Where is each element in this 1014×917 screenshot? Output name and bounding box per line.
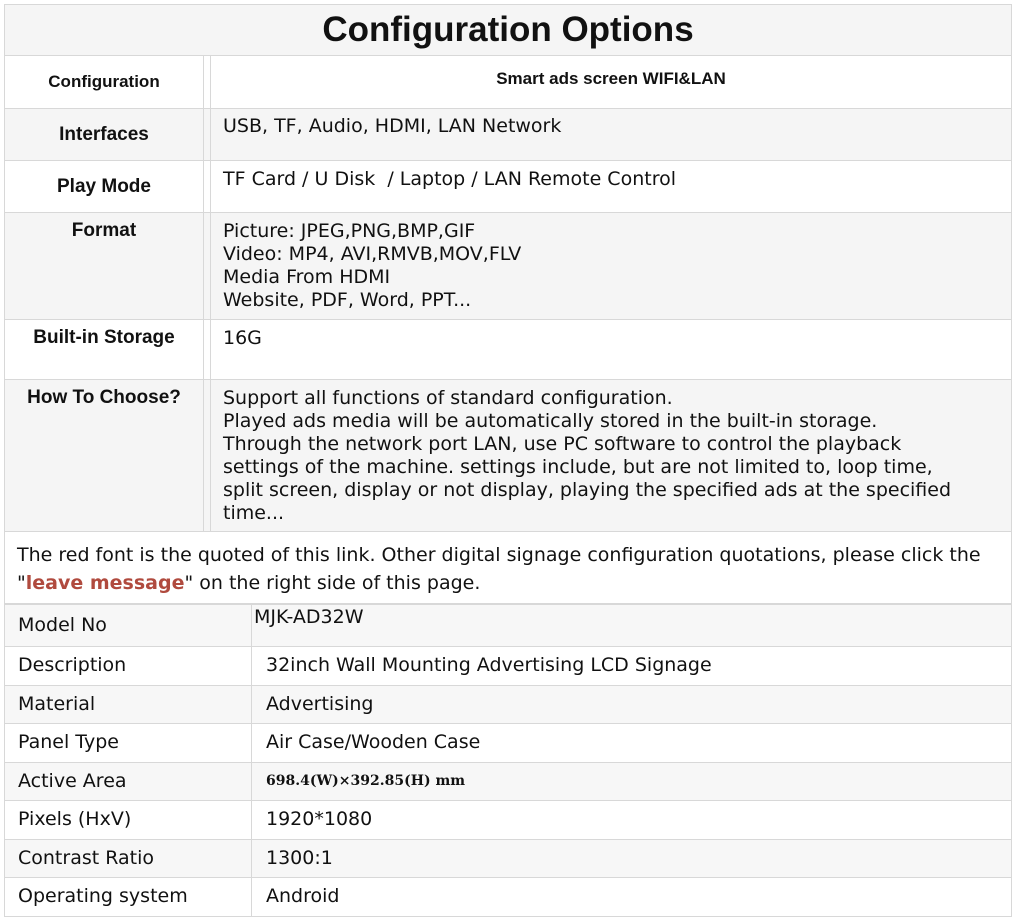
specification-table: Model No MJK-AD32W Description 32inch Wa… [4, 604, 1012, 917]
column-separator [203, 319, 211, 380]
config-row-key: Interfaces [4, 108, 204, 161]
config-value-line: Picture: JPEG,PNG,BMP,GIF [223, 220, 476, 242]
column-separator [203, 379, 211, 532]
table-row: Model No MJK-AD32W [4, 604, 1012, 647]
spec-key: Description [4, 646, 252, 686]
spec-value: Air Case/Wooden Case [251, 723, 1012, 763]
config-value-line: time... [223, 502, 285, 524]
config-value-line: Through the network port LAN, use PC sof… [223, 433, 902, 455]
spec-value: 32inch Wall Mounting Advertising LCD Sig… [251, 646, 1012, 686]
config-value-line: Website, PDF, Word, PPT... [223, 289, 472, 311]
config-row-key: Play Mode [4, 160, 204, 213]
spec-key: Operating system [4, 877, 252, 917]
configuration-table: Configuration Smart ads screen WIFI&LAN … [4, 55, 1012, 532]
config-row-key: Built-in Storage [4, 319, 204, 380]
spec-key: Active Area [4, 761, 252, 801]
config-row-value: USB, TF, Audio, HDMI, LAN Network [210, 108, 1012, 161]
spec-key: Panel Type [4, 723, 252, 763]
spec-value: MJK-AD32W [251, 604, 1012, 647]
note-text: The red font is the quoted of this link.… [17, 544, 981, 566]
column-separator [203, 160, 211, 213]
table-row: Operating system Android [4, 877, 1012, 917]
spec-value: 1920*1080 [251, 800, 1012, 840]
column-separator [203, 55, 211, 109]
config-value-line: split screen, display or not display, pl… [223, 479, 952, 501]
config-row-key: How To Choose? [4, 379, 204, 532]
config-key-storage: Built-in Storage [33, 327, 175, 348]
config-header-key: Configuration [4, 55, 204, 109]
config-value-line: TF Card / U Disk / Laptop / LAN Remote C… [223, 168, 676, 190]
leave-message-link[interactable]: leave message [26, 572, 185, 594]
quotation-note: The red font is the quoted of this link.… [4, 532, 1012, 604]
note-quote: " [17, 572, 26, 594]
spec-value: 698.4(W)×392.85(H) mm [251, 761, 1012, 801]
note-text-tail: " on the right side of this page. [184, 572, 481, 594]
config-key-interfaces: Interfaces [59, 123, 149, 145]
table-row: Contrast Ratio 1300:1 [4, 838, 1012, 878]
config-row-value: TF Card / U Disk / Laptop / LAN Remote C… [210, 160, 1012, 213]
config-value-line: Video: MP4, AVI,RMVB,MOV,FLV [223, 243, 522, 265]
config-row-value: 16G [210, 319, 1012, 380]
table-row: Active Area 698.4(W)×392.85(H) mm [4, 761, 1012, 801]
config-header-key-text: Configuration [48, 72, 160, 91]
spec-value: 1300:1 [251, 838, 1012, 878]
table-row: Panel Type Air Case/Wooden Case [4, 723, 1012, 763]
column-separator [203, 108, 211, 161]
document: Configuration Options Configuration Smar… [4, 4, 1012, 917]
table-row: Description 32inch Wall Mounting Adverti… [4, 646, 1012, 686]
config-value-line: Media From HDMI [223, 266, 391, 288]
spec-key: Contrast Ratio [4, 838, 252, 878]
spec-key: Material [4, 684, 252, 724]
config-row-value: Support all functions of standard config… [210, 379, 1012, 532]
config-row-key: Format [4, 212, 204, 320]
config-value-line: Played ads media will be automatically s… [223, 410, 878, 432]
table-row: Pixels (HxV) 1920*1080 [4, 800, 1012, 840]
column-separator [203, 212, 211, 320]
page-title: Configuration Options [4, 4, 1012, 55]
spec-key: Model No [4, 604, 252, 647]
config-key-format: Format [71, 220, 137, 241]
spec-value: Advertising [251, 684, 1012, 724]
config-value-line: Support all functions of standard config… [223, 387, 673, 409]
config-key-play-mode: Play Mode [57, 175, 151, 197]
config-key-how-to-choose: How To Choose? [27, 387, 181, 408]
spec-key: Pixels (HxV) [4, 800, 252, 840]
spec-value: Android [251, 877, 1012, 917]
config-value-line: 16G [223, 327, 262, 349]
config-row-value: Picture: JPEG,PNG,BMP,GIF Video: MP4, AV… [210, 212, 1012, 320]
config-value-line: settings of the machine. settings includ… [223, 456, 933, 478]
table-row: Material Advertising [4, 684, 1012, 724]
config-header-value: Smart ads screen WIFI&LAN [210, 55, 1012, 109]
config-value-line: USB, TF, Audio, HDMI, LAN Network [223, 115, 562, 137]
